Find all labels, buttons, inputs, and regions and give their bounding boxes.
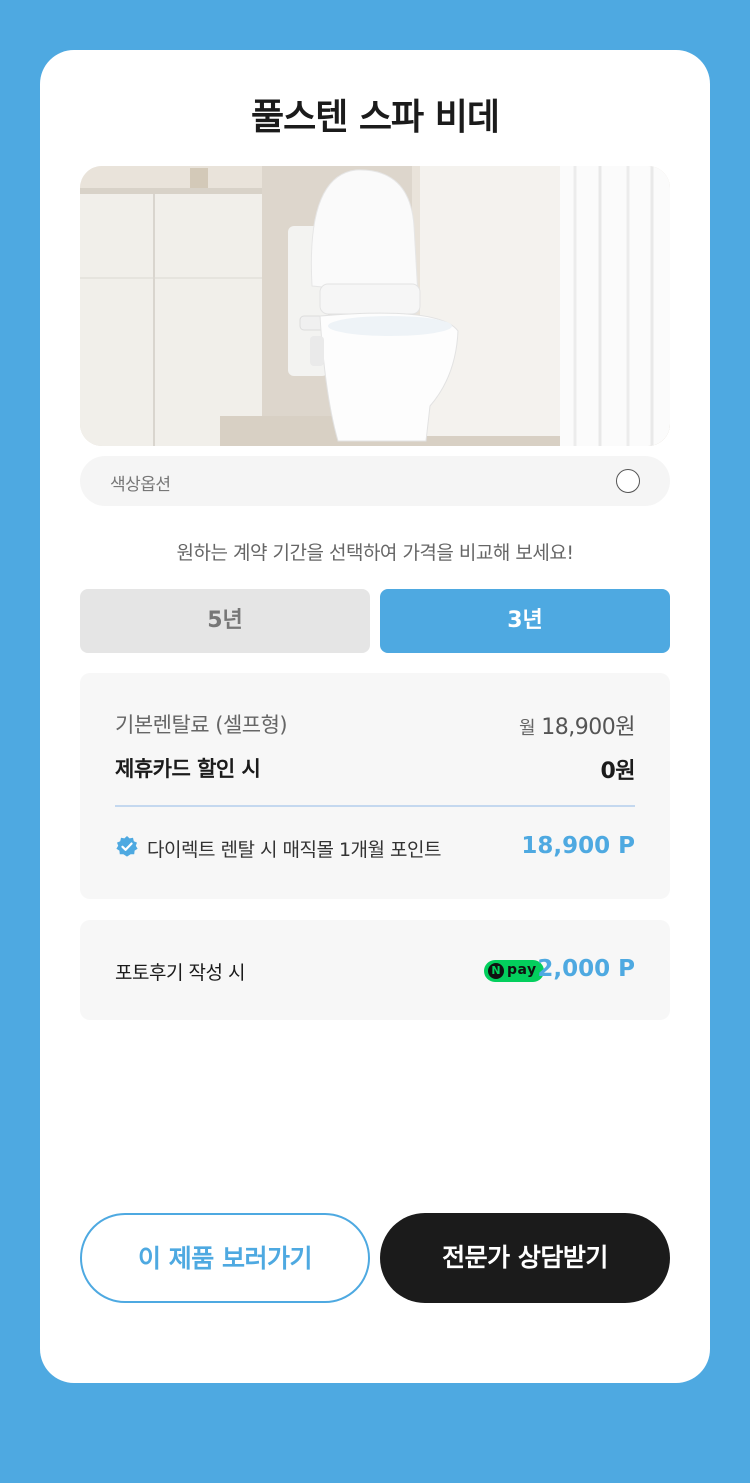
npay-logo: N pay xyxy=(484,960,544,982)
base-rental-month-prefix: 월 xyxy=(519,718,536,739)
product-title: 풀스텐 스파 비데 xyxy=(251,97,500,138)
color-option-label: 색상옵션 xyxy=(110,475,171,495)
point-value: 18,900 P xyxy=(521,833,635,859)
product-image xyxy=(80,166,670,446)
pricing-panel: 기본렌탈료 (셀프형) 월 18,900원 제휴카드 할인 시 0원 다이렉트 … xyxy=(80,673,670,899)
verified-check-icon xyxy=(115,835,139,859)
card-discount-label: 제휴카드 할인 시 xyxy=(115,757,261,781)
base-rental-label: 기본렌탈료 (셀프형) xyxy=(115,713,288,737)
point-label: 다이렉트 렌탈 시 매직몰 1개월 포인트 xyxy=(147,839,442,861)
color-option-selector[interactable]: 색상옵션 xyxy=(80,456,670,506)
tab-3-years[interactable]: 3년 xyxy=(380,589,670,653)
color-option-radio[interactable] xyxy=(616,469,640,493)
view-product-button[interactable]: 이 제품 보러가기 xyxy=(80,1213,370,1303)
base-rental-price: 월 18,900원 xyxy=(519,709,635,741)
npay-text: pay xyxy=(507,962,537,978)
card-discount-value: 0원 xyxy=(600,759,635,784)
divider xyxy=(115,805,635,807)
photo-review-panel: 포토후기 작성 시 N pay 2,000 P xyxy=(80,920,670,1020)
expert-consult-button[interactable]: 전문가 상담받기 xyxy=(380,1213,670,1303)
tab-5-years[interactable]: 5년 xyxy=(80,589,370,653)
product-card: 풀스텐 스파 비데 색상옵션 원하는 계약 기간을 선택하여 가격을 비교해 보… xyxy=(40,50,710,1383)
photo-review-points: 2,000 P xyxy=(537,956,635,982)
contract-guide-text: 원하는 계약 기간을 선택하여 가격을 비교해 보세요! xyxy=(176,542,574,564)
npay-n-mark: N xyxy=(488,963,504,979)
photo-review-label: 포토후기 작성 시 xyxy=(115,962,245,984)
base-rental-value: 18,900원 xyxy=(541,715,635,740)
